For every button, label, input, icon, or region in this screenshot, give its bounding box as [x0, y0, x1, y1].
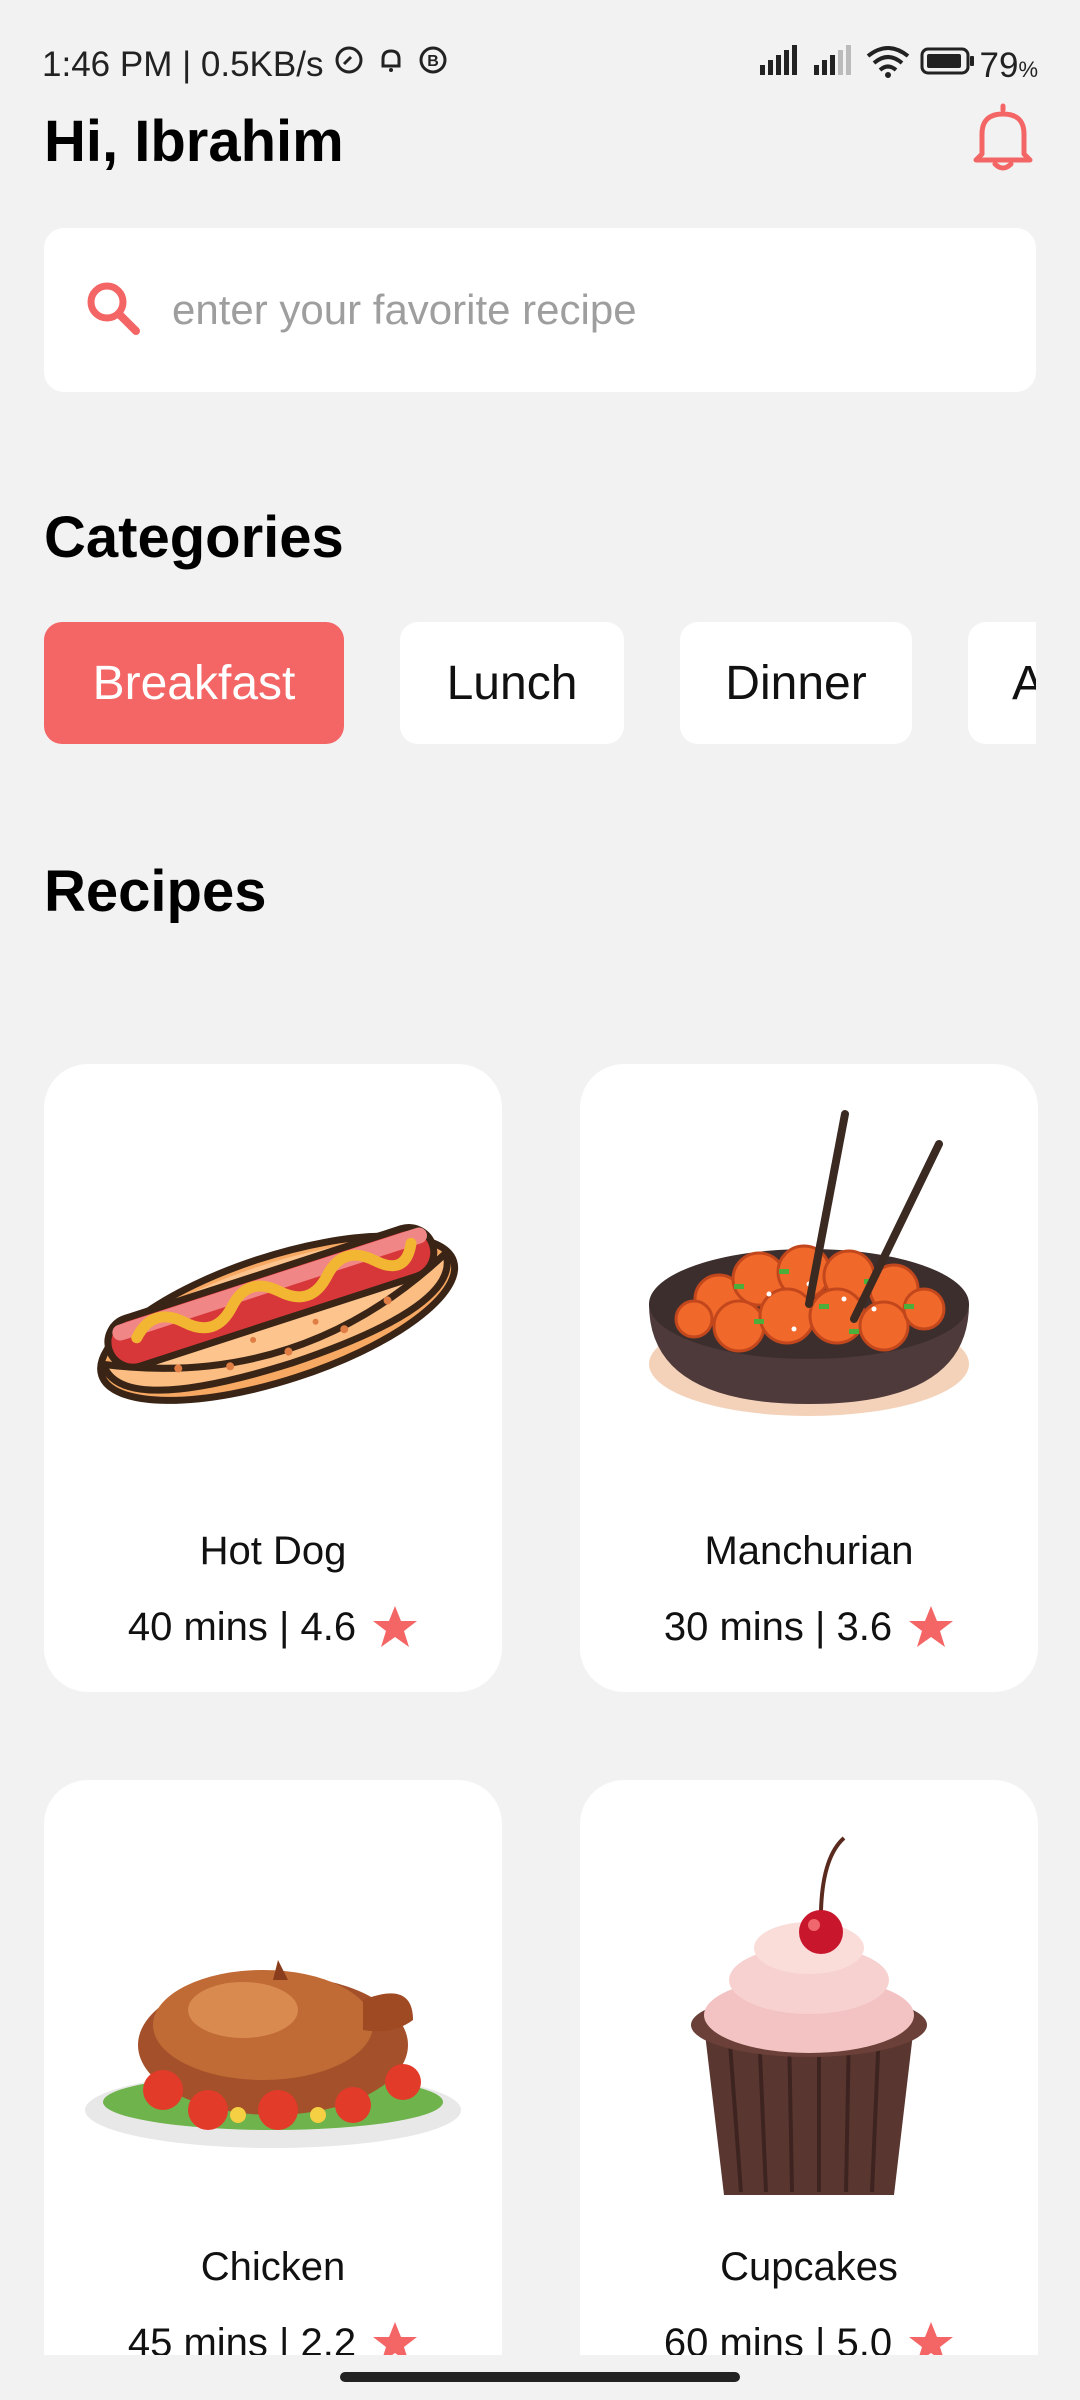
- status-left: 1:46 PM | 0.5KB/s B: [42, 44, 449, 85]
- recipe-time-rating: 45 mins | 2.2: [127, 2320, 357, 2356]
- signal-icon-sim2: [802, 45, 856, 86]
- battery-level: 79%: [979, 45, 1039, 85]
- manchurian-icon: [609, 1104, 1009, 1504]
- recipe-card-hot-dog[interactable]: Hot Dog 40 mins | 4.6: [44, 1064, 502, 1692]
- star-icon: [373, 2322, 418, 2355]
- signal-icon-sim1: [748, 45, 802, 86]
- recipe-meta: 30 mins | 3.6: [580, 1604, 1038, 1650]
- star-icon: [909, 2322, 954, 2355]
- recipe-meta: 45 mins | 2.2: [44, 2320, 502, 2355]
- recipe-meta: 60 mins | 5.0: [580, 2320, 1038, 2355]
- search-icon: [84, 279, 142, 342]
- roast-chicken-icon: [73, 1820, 473, 2220]
- status-right: 79%: [748, 44, 1039, 87]
- gesture-nav-handle[interactable]: [340, 2372, 740, 2382]
- battery-icon: [910, 45, 976, 86]
- recipe-card-cupcakes[interactable]: Cupcakes 60 mins | 5.0: [580, 1780, 1038, 2355]
- data-saver-icon: [333, 44, 365, 85]
- recipe-name: Cupcakes: [720, 2245, 898, 2289]
- search-box[interactable]: [44, 228, 1036, 392]
- category-chip-breakfast[interactable]: Breakfast: [44, 622, 344, 744]
- notification-bell-icon[interactable]: [966, 100, 1040, 174]
- recipes-heading: Recipes: [44, 859, 267, 924]
- app-screen: 1:46 PM | 0.5KB/s B 79% Hi, Ibrahim ente…: [0, 0, 1080, 2400]
- svg-text:B: B: [428, 53, 440, 70]
- hot-dog-icon: [73, 1104, 473, 1504]
- greeting-title: Hi, Ibrahim: [44, 109, 344, 174]
- recipe-meta: 40 mins | 4.6: [44, 1604, 502, 1650]
- category-chip-dinner[interactable]: Dinner: [680, 622, 912, 744]
- wifi-icon: [856, 44, 910, 87]
- recipe-card-manchurian[interactable]: Manchurian 30 mins | 3.6: [580, 1064, 1038, 1692]
- app-notification-icon: B: [417, 44, 449, 85]
- star-icon: [373, 1606, 418, 1647]
- star-icon: [909, 1606, 954, 1647]
- status-time: 1:46 PM | 0.5KB/s: [42, 44, 324, 84]
- category-chip-partial-label: A: [1012, 656, 1036, 710]
- recipe-grid[interactable]: Hot Dog 40 mins | 4.6 Manchurian 30 mins…: [0, 930, 1080, 2355]
- categories-heading: Categories: [44, 505, 344, 570]
- category-chip-lunch[interactable]: Lunch: [400, 622, 624, 744]
- recipe-name: Chicken: [200, 2245, 346, 2289]
- category-list[interactable]: Breakfast Lunch Dinner A: [44, 622, 1036, 746]
- recipe-time-rating: 40 mins | 4.6: [127, 1604, 357, 1649]
- recipe-card-chicken[interactable]: Chicken 45 mins | 2.2: [44, 1780, 502, 2355]
- search-input[interactable]: [170, 285, 990, 335]
- recipe-name: Hot Dog: [199, 1529, 347, 1573]
- alarm-icon: [375, 44, 407, 85]
- status-bar: 1:46 PM | 0.5KB/s B 79%: [0, 0, 1080, 120]
- category-chip-partial[interactable]: A: [968, 622, 1036, 744]
- recipe-time-rating: 30 mins | 3.6: [663, 1604, 893, 1649]
- recipe-time-rating: 60 mins | 5.0: [663, 2320, 893, 2356]
- cupcake-icon: [609, 1820, 1009, 2220]
- recipe-name: Manchurian: [704, 1529, 914, 1573]
